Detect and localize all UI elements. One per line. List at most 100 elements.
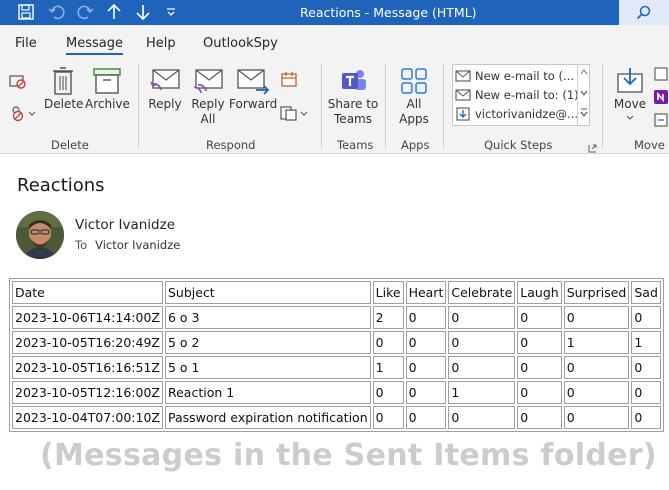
all-apps-label-2: Apps [399, 112, 429, 126]
cell-sad: 0 [631, 406, 661, 429]
recipient-name[interactable]: Victor Ivanidze [95, 238, 180, 252]
apps-grid-icon [401, 68, 427, 94]
cell-heart: 0 [405, 381, 447, 404]
reply-button[interactable]: Reply [146, 66, 184, 112]
cell-like: 2 [372, 306, 404, 329]
window-title: Reactions - Message (HTML) [300, 5, 477, 20]
rules-icon[interactable] [653, 66, 669, 87]
tab-file[interactable]: File [15, 36, 37, 51]
move-to-folder-icon [456, 107, 470, 121]
cell-laugh: 0 [517, 381, 562, 404]
column-header-surprised: Surprised [563, 281, 630, 304]
cell-like: 0 [372, 381, 404, 404]
cell-date: 2023-10-06T14:14:00Z [12, 306, 163, 329]
tab-help[interactable]: Help [146, 36, 176, 51]
forward-button[interactable]: Forward [229, 66, 277, 112]
meeting-icon[interactable] [280, 70, 298, 93]
cell-subject: 5 o 1 [164, 356, 371, 379]
all-apps-button[interactable]: All Apps [392, 66, 436, 127]
chevron-down-icon [626, 115, 634, 120]
cell-date: 2023-10-05T16:20:49Z [12, 331, 163, 354]
forward-label: Forward [229, 97, 278, 111]
onenote-icon[interactable] [653, 89, 669, 110]
save-icon[interactable] [14, 2, 38, 22]
cell-celebrate: 1 [448, 381, 516, 404]
cell-laugh: 0 [517, 331, 562, 354]
quick-step-item[interactable]: victorivanidze@... [455, 105, 578, 123]
cell-sad: 0 [631, 381, 661, 404]
archive-label: Archive [85, 97, 130, 111]
arrow-up-icon[interactable] [104, 2, 124, 22]
ribbon-divider [385, 64, 386, 148]
reply-all-label-2: All [200, 112, 216, 126]
ribbon: Delete Archive Delete Reply Reply All Fo… [0, 58, 669, 154]
tab-message[interactable]: Message [66, 36, 123, 55]
cell-surprised: 1 [563, 331, 630, 354]
cell-subject: Reaction 1 [164, 381, 371, 404]
sender-name[interactable]: Victor Ivanidze [75, 217, 175, 233]
column-header-sad: Sad [631, 281, 661, 304]
tab-outlookspy[interactable]: OutlookSpy [203, 36, 278, 51]
group-label-quick-steps: Quick Steps [484, 138, 553, 152]
arrow-down-icon[interactable] [133, 2, 153, 22]
archive-button[interactable]: Archive [85, 66, 130, 112]
share-to-teams-label-2: Teams [334, 112, 372, 126]
message-subject: Reactions [17, 175, 105, 196]
cell-laugh: 0 [517, 406, 562, 429]
reply-all-button[interactable]: Reply All [189, 66, 227, 127]
quick-steps-scrollbar[interactable] [577, 65, 589, 125]
reply-icon [150, 69, 180, 91]
cell-like: 1 [372, 356, 404, 379]
recipient-line: To Victor Ivanidze [75, 238, 180, 252]
quick-step-label: victorivanidze@... [475, 107, 579, 121]
quick-step-item[interactable]: New e-mail to (... [455, 67, 574, 85]
undo-icon[interactable] [46, 2, 68, 22]
cell-like: 0 [372, 331, 404, 354]
quick-step-item[interactable]: New e-mail to: (1) [455, 86, 579, 104]
cell-heart: 0 [405, 406, 447, 429]
column-header-laugh: Laugh [517, 281, 562, 304]
move-button[interactable]: Move [612, 66, 648, 122]
ignore-icon[interactable] [8, 72, 28, 95]
table-row: 2023-10-06T14:14:00Z 6 o 3 2 0 0 0 0 0 [12, 306, 661, 329]
trash-icon [53, 67, 73, 95]
group-label-move: Move [634, 138, 665, 152]
customize-toolbar-icon[interactable] [163, 2, 179, 22]
archive-icon [93, 68, 121, 94]
delete-label: Delete [44, 97, 84, 111]
cell-like: 0 [372, 406, 404, 429]
column-header-like: Like [372, 281, 404, 304]
cell-celebrate: 0 [448, 356, 516, 379]
cell-date: 2023-10-04T07:00:10Z [12, 406, 163, 429]
cell-celebrate: 0 [448, 306, 516, 329]
cell-surprised: 0 [563, 356, 630, 379]
actions-icon[interactable] [653, 112, 669, 133]
ribbon-divider [138, 64, 139, 148]
table-row: 2023-10-05T12:16:00Z Reaction 1 0 0 1 0 … [12, 381, 661, 404]
reply-label: Reply [148, 97, 182, 111]
share-to-teams-button[interactable]: Share to Teams [327, 66, 379, 127]
to-label: To [75, 238, 88, 252]
share-to-teams-label-1: Share to [327, 97, 379, 111]
cell-subject: 5 o 2 [164, 331, 371, 354]
block-sender-icon[interactable] [8, 104, 36, 127]
table-row: 2023-10-04T07:00:10Z Password expiration… [12, 406, 661, 429]
teams-icon [342, 70, 366, 90]
reply-all-label-1: Reply [191, 97, 225, 111]
redo-icon[interactable] [74, 2, 96, 22]
envelope-icon [455, 70, 471, 82]
search-icon[interactable] [619, 0, 669, 25]
cell-subject: 6 o 3 [164, 306, 371, 329]
group-label-delete: Delete [51, 138, 89, 152]
group-label-respond: Respond [206, 138, 256, 152]
more-respond-icon[interactable] [279, 104, 309, 127]
reply-all-icon [193, 69, 223, 94]
cell-celebrate: 0 [448, 406, 516, 429]
delete-button[interactable]: Delete [44, 66, 84, 112]
cell-date: 2023-10-05T16:16:51Z [12, 356, 163, 379]
cell-heart: 0 [405, 306, 447, 329]
column-header-heart: Heart [405, 281, 447, 304]
quick-step-label: New e-mail to (... [475, 69, 574, 83]
sender-avatar[interactable] [16, 211, 64, 259]
column-header-date: Date [12, 281, 163, 304]
